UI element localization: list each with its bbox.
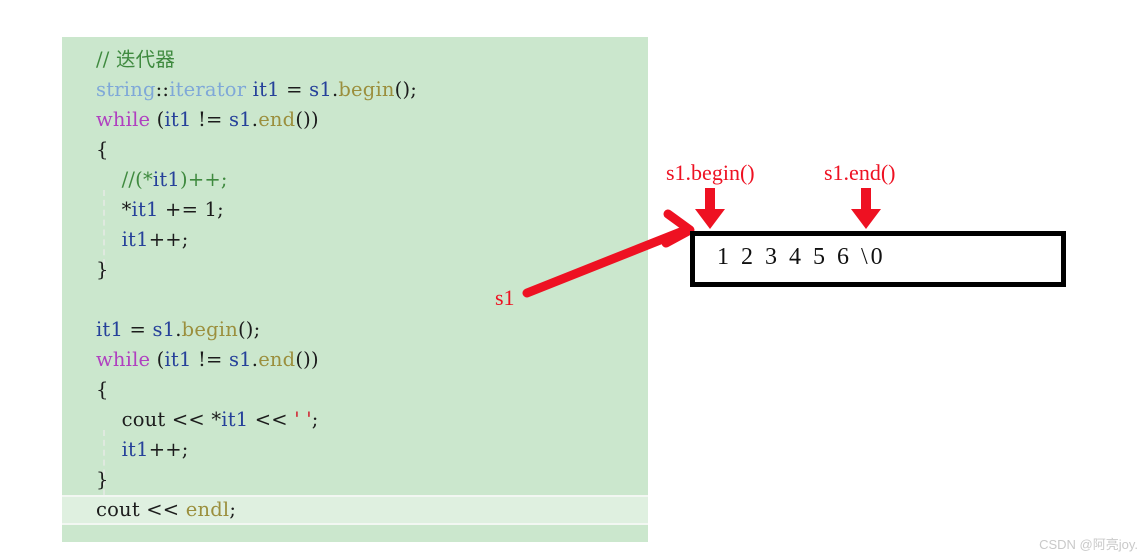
code-token: while <box>96 108 151 131</box>
code-token: ( <box>150 108 165 131</box>
code-token: endl <box>185 498 230 521</box>
code-token: it1 <box>164 108 192 131</box>
code-token: iterator <box>169 78 247 101</box>
code-token: begin <box>338 78 395 101</box>
code-token: while <box>96 348 151 371</box>
code-line: // 迭代器 <box>62 45 648 75</box>
code-line: while (it1 != s1.end()) <box>62 105 648 135</box>
code-token: ' ' <box>294 408 312 431</box>
code-token: // 迭代器 <box>96 48 176 71</box>
code-token: cout << * <box>96 408 222 431</box>
code-token: it1 <box>131 198 159 221</box>
code-line: *it1 += 1; <box>62 195 648 225</box>
code-line: { <box>62 375 648 405</box>
code-token: s1 <box>152 318 176 341</box>
code-token: end <box>258 108 296 131</box>
code-token: )++; <box>180 168 228 191</box>
code-line: } <box>62 255 648 285</box>
code-token: s1 <box>228 108 252 131</box>
code-token: cout << <box>96 498 186 521</box>
code-token: //(* <box>121 168 153 191</box>
code-token: = <box>279 78 310 101</box>
code-line: while (it1 != s1.end()) <box>62 345 648 375</box>
code-token: } <box>96 468 109 491</box>
code-token: { <box>96 378 109 401</box>
code-token: { <box>96 138 109 161</box>
code-token: it1 <box>164 348 192 371</box>
code-line: } <box>62 465 648 495</box>
code-token: } <box>96 258 109 281</box>
code-line: it1++; <box>62 435 648 465</box>
code-block: // 迭代器string::iterator it1 = s1.begin();… <box>62 37 648 542</box>
code-token: ; <box>229 498 237 521</box>
code-token: :: <box>155 78 170 101</box>
code-token: ()) <box>295 348 319 371</box>
code-token: ++; <box>148 438 189 461</box>
code-token: it1 <box>152 168 181 191</box>
code-token: it1 <box>96 318 124 341</box>
code-token: != <box>191 348 229 371</box>
code-token: ( <box>150 348 165 371</box>
code-token: begin <box>181 318 238 341</box>
code-token: (); <box>237 318 261 341</box>
code-token: string <box>96 78 156 101</box>
code-token: != <box>191 108 229 131</box>
annotation-label-end: s1.end() <box>824 160 896 185</box>
code-token: end <box>258 348 296 371</box>
code-token: it1 <box>121 438 149 461</box>
code-token: s1 <box>228 348 252 371</box>
code-line: string::iterator it1 = s1.begin(); <box>62 75 648 105</box>
code-token: ; <box>311 408 319 431</box>
code-token: it1 <box>252 78 280 101</box>
code-token: it1 <box>221 408 249 431</box>
memory-box-content: 1 2 3 4 5 6 \0 <box>717 244 886 270</box>
annotation-label-begin: s1.begin() <box>666 160 755 185</box>
down-arrow-end-icon <box>851 188 881 229</box>
code-line-list: // 迭代器string::iterator it1 = s1.begin();… <box>62 45 648 525</box>
code-line: cout << endl; <box>62 495 648 525</box>
watermark: CSDN @阿亮joy. <box>1039 537 1138 552</box>
code-line: //(*it1)++; <box>62 165 648 195</box>
down-arrow-begin-icon <box>695 188 725 229</box>
code-token: = <box>123 318 153 341</box>
code-token: s1 <box>309 78 332 101</box>
code-token: += 1; <box>158 198 224 221</box>
code-line: { <box>62 135 648 165</box>
code-token: ()) <box>295 108 319 131</box>
code-line: cout << *it1 << ' '; <box>62 405 648 435</box>
code-line: it1++; <box>62 225 648 255</box>
memory-box: 1 2 3 4 5 6 \0 <box>690 231 1066 287</box>
code-token: * <box>96 198 132 221</box>
code-token: (); <box>394 78 418 101</box>
code-token: it1 <box>121 228 149 251</box>
code-line: it1 = s1.begin(); <box>62 315 648 345</box>
code-token: << <box>248 408 295 431</box>
code-token: ++; <box>148 228 189 251</box>
